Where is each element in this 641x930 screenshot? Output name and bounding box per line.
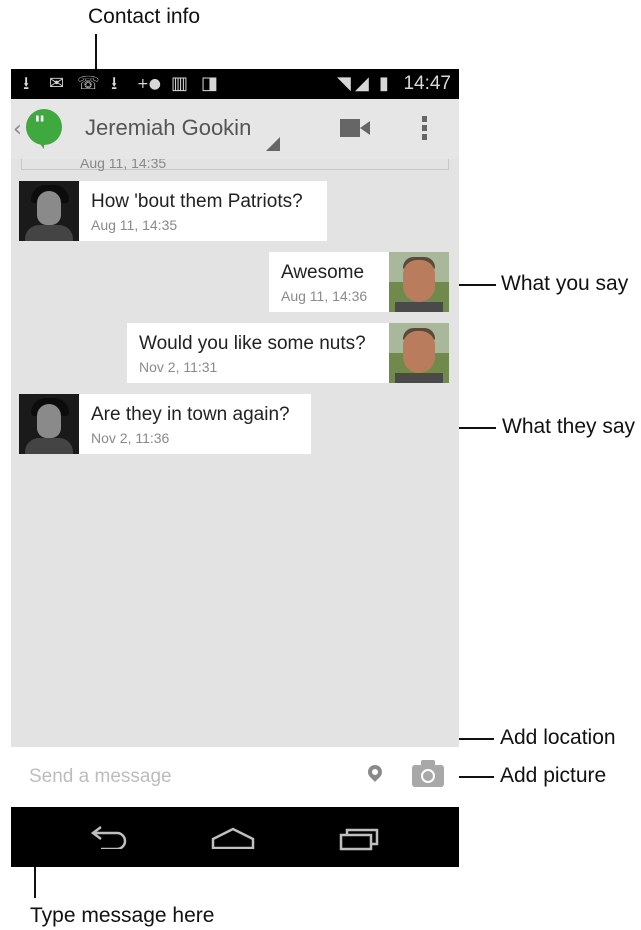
contact-dropdown-icon[interactable] (266, 137, 280, 151)
message-text: Would you like some nuts? (139, 333, 366, 354)
download-icon: ⭳ (111, 73, 118, 94)
message-timestamp: Nov 2, 11:31 (139, 359, 218, 375)
message-text: How 'bout them Patriots? (91, 191, 303, 212)
message-composer (11, 747, 459, 807)
location-pin-icon[interactable] (365, 762, 385, 782)
status-bar: ⭳ ✉ ☏ ⭳ +● ▥ ◨ ◥ ◢ ▮ 14:47 (11, 69, 459, 99)
message-bubble-received: Are they in town again? Nov 2, 11:36 (79, 394, 311, 454)
callout-what-you-say: What you say (501, 272, 629, 295)
phone-screen: ⭳ ✉ ☏ ⭳ +● ▥ ◨ ◥ ◢ ▮ 14:47 ‹ " Jeremiah … (11, 69, 459, 867)
callout-type-message-here: Type message here (30, 904, 215, 927)
back-icon[interactable] (87, 825, 127, 849)
contact-avatar[interactable] (19, 181, 79, 241)
action-bar: ‹ " Jeremiah Gookin (11, 99, 459, 159)
message-text: Are they in town again? (91, 404, 290, 425)
previous-message-timestamp: Aug 11, 14:35 (80, 159, 167, 171)
callout-what-they-say: What they say (502, 415, 636, 438)
message-timestamp: Aug 11, 14:36 (281, 288, 368, 304)
signal-icon: ◢ (355, 73, 369, 94)
up-navigation-icon[interactable]: ‹ (13, 117, 22, 142)
callout-contact-info: Contact info (88, 5, 201, 28)
overflow-menu-icon[interactable] (422, 116, 427, 143)
status-time: 14:47 (403, 73, 451, 94)
download-icon: ⭳ (23, 73, 30, 94)
wifi-icon: ◥ (337, 73, 351, 94)
play-store-icon: ◨ (201, 73, 219, 94)
callout-add-picture: Add picture (500, 764, 607, 787)
conversation-area[interactable]: Aug 11, 14:35 How 'bout them Patriots? A… (11, 159, 459, 747)
video-call-icon[interactable] (340, 119, 370, 137)
add-contact-icon: +● (137, 76, 161, 92)
message-bubble-sent: Would you like some nuts? Nov 2, 11:31 (127, 323, 389, 383)
navigation-bar (11, 807, 459, 867)
gmail-icon: ✉ (49, 73, 65, 94)
hangouts-icon[interactable]: " (26, 109, 62, 149)
my-avatar[interactable] (389, 252, 449, 312)
home-icon[interactable] (211, 827, 255, 849)
message-input[interactable] (29, 763, 349, 791)
message-bubble-sent: Awesome Aug 11, 14:36 (269, 252, 389, 312)
battery-charging-icon: ▮ (379, 73, 389, 94)
message-bubble-received: How 'bout them Patriots? Aug 11, 14:35 (79, 181, 327, 241)
message-text: Awesome (281, 262, 365, 283)
my-avatar[interactable] (389, 323, 449, 383)
contact-avatar[interactable] (19, 394, 79, 454)
message-timestamp: Aug 11, 14:35 (91, 217, 178, 233)
recent-apps-icon[interactable] (339, 825, 381, 851)
contact-name[interactable]: Jeremiah Gookin (85, 115, 251, 141)
message-timestamp: Nov 2, 11:36 (91, 430, 170, 446)
callout-add-location: Add location (500, 726, 616, 749)
barcode-icon: ▥ (171, 73, 189, 94)
camera-icon[interactable] (412, 760, 444, 787)
voicemail-icon: ☏ (77, 73, 100, 94)
